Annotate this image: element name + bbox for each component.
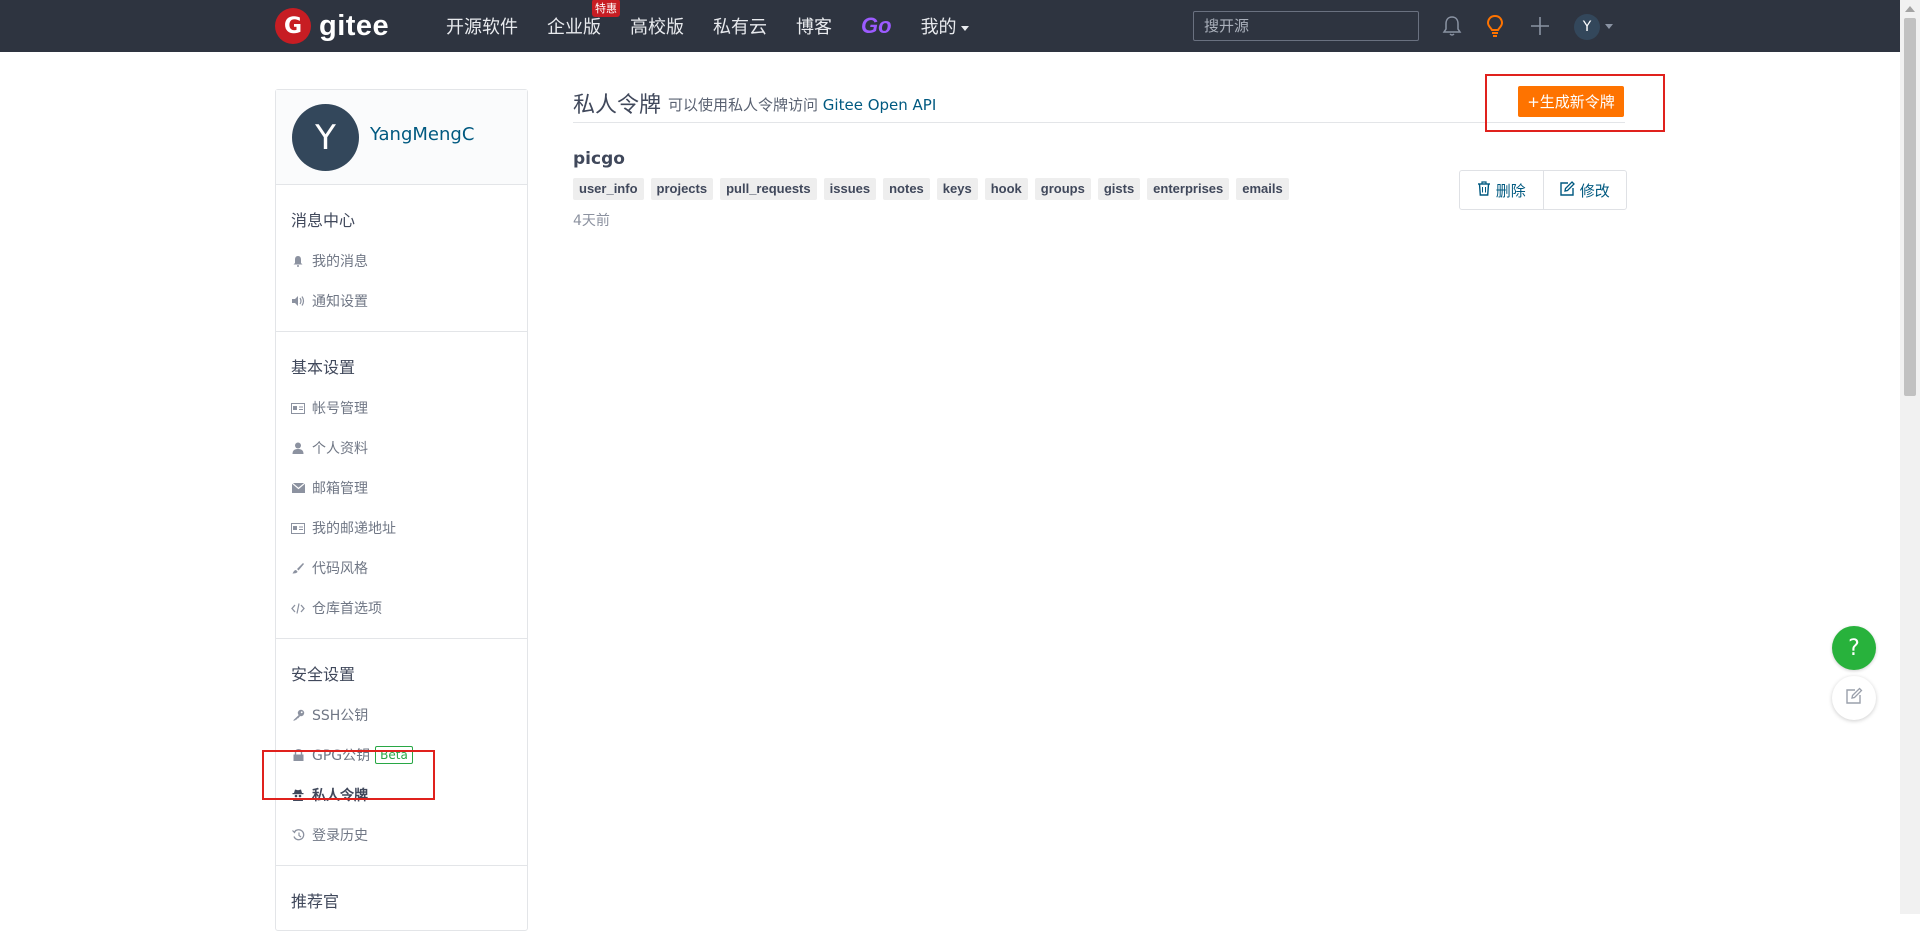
sidebar-item-repo-preferences[interactable]: 仓库首选项 — [276, 588, 527, 628]
scope-tag: gists — [1097, 178, 1141, 200]
section-title: 推荐官 — [291, 892, 340, 911]
trash-icon — [1477, 180, 1491, 200]
scope-tag: enterprises — [1147, 178, 1230, 200]
nav-private-cloud[interactable]: 私有云 — [713, 13, 767, 39]
special-offer-badge: 特惠 — [592, 0, 620, 17]
sidebar-item-notification-settings[interactable]: 通知设置 — [276, 281, 527, 321]
edit-label: 修改 — [1579, 181, 1610, 200]
brush-icon — [291, 561, 305, 575]
nav-mine[interactable]: 我的 — [921, 13, 969, 39]
sidebar-item-my-messages[interactable]: 我的消息 — [276, 241, 527, 281]
sidebar-item-label: 仓库首选项 — [312, 601, 382, 617]
sidebar-item-label: 帐号管理 — [312, 401, 368, 417]
sidebar-item-code-style[interactable]: 代码风格 — [276, 548, 527, 588]
token-actions: 删除 修改 — [1459, 170, 1627, 210]
key-icon — [291, 708, 305, 722]
sidebar-item-label: 邮箱管理 — [312, 481, 368, 497]
sidebar-item-label: 代码风格 — [312, 561, 368, 577]
sidebar-item-label: 登录历史 — [312, 828, 368, 844]
address-card-icon — [291, 521, 305, 535]
open-api-link[interactable]: Gitee Open API — [823, 96, 936, 114]
chevron-down-icon — [960, 25, 969, 31]
avatar-chevron-down-icon[interactable] — [1605, 24, 1613, 29]
nav-open-source[interactable]: 开源软件 — [446, 13, 518, 39]
nav-go[interactable]: Go — [861, 13, 892, 39]
delete-label: 删除 — [1495, 181, 1526, 200]
plus-icon[interactable] — [1528, 14, 1552, 38]
page-subtitle: 可以使用私人令牌访问 Gitee Open API — [668, 94, 936, 115]
page-title: 私人令牌 — [573, 93, 662, 118]
subtitle-text: 可以使用私人令牌访问 — [668, 96, 819, 114]
sidebar-item-label: 我的邮递地址 — [312, 521, 396, 537]
sidebar-item-label: SSH公钥 — [312, 708, 369, 724]
user-icon — [291, 441, 305, 455]
edit-token-button[interactable]: 修改 — [1542, 171, 1627, 209]
scope-tag: user_info — [573, 178, 644, 200]
sidebar-item-label: 通知设置 — [312, 294, 368, 310]
section-title: 基本设置 — [291, 358, 356, 377]
sidebar-section-referral: 推荐官 — [276, 866, 527, 932]
bell-icon — [291, 254, 305, 268]
token-created-time: 4天前 — [573, 213, 610, 229]
sidebar-section-basic: 基本设置 帐号管理 个人资料 邮箱管理 我的邮递地址 代码风格 仓库首选项 — [276, 332, 527, 639]
nav-enterprise[interactable]: 企业版 特惠 — [547, 0, 620, 39]
scope-tag: hook — [984, 178, 1028, 200]
brand-name: gitee — [319, 9, 390, 42]
help-button[interactable]: ? — [1832, 626, 1876, 670]
page-scrollbar[interactable] — [1900, 0, 1920, 914]
gitee-logo-icon: G — [275, 8, 311, 44]
avatar[interactable]: Y — [292, 104, 359, 171]
scope-tag: groups — [1034, 178, 1091, 200]
scope-tag: keys — [936, 178, 978, 200]
scope-tag: projects — [650, 178, 714, 200]
token-name: picgo — [573, 149, 625, 169]
edit-icon — [1560, 180, 1575, 200]
sidebar-item-profile[interactable]: 个人资料 — [276, 428, 527, 468]
code-icon — [291, 601, 305, 615]
sidebar-item-email[interactable]: 邮箱管理 — [276, 468, 527, 508]
feedback-edit-icon — [1845, 687, 1863, 709]
sidebar-item-label: 个人资料 — [312, 441, 368, 457]
scrollbar-thumb[interactable] — [1904, 18, 1916, 396]
sidebar-item-ssh-keys[interactable]: SSH公钥 — [276, 695, 527, 735]
section-title: 安全设置 — [291, 665, 356, 684]
search-input[interactable] — [1193, 11, 1419, 41]
token-scopes: user_info projects pull_requests issues note… — [573, 178, 1289, 200]
sidebar-item-account[interactable]: 帐号管理 — [276, 388, 527, 428]
main-nav: 开源软件 企业版 特惠 高校版 私有云 博客 Go 我的 — [446, 0, 998, 52]
scope-tag: issues — [823, 178, 877, 200]
nav-enterprise-label: 企业版 — [547, 17, 601, 38]
profile-card: Y YangMengC — [276, 90, 527, 185]
top-navbar: G gitee 开源软件 企业版 特惠 高校版 私有云 博客 Go 我的 Y — [0, 0, 1900, 52]
user-avatar-menu[interactable]: Y — [1574, 14, 1600, 40]
section-title: 消息中心 — [291, 211, 356, 230]
delete-token-button[interactable]: 删除 — [1460, 171, 1543, 209]
sidebar-item-login-history[interactable]: 登录历史 — [276, 815, 527, 855]
id-card-icon — [291, 401, 305, 415]
scope-tag: emails — [1236, 178, 1289, 200]
highlight-box-generate — [1485, 74, 1665, 132]
feedback-button[interactable] — [1832, 676, 1876, 720]
envelope-icon — [291, 481, 305, 495]
settings-sidebar: Y YangMengC 消息中心 我的消息 通知设置 基本设置 帐号管理 个人资… — [275, 89, 528, 931]
lightbulb-icon[interactable] — [1483, 14, 1507, 38]
page-header: 私人令牌 可以使用私人令牌访问 Gitee Open API — [573, 84, 1625, 123]
sidebar-item-address[interactable]: 我的邮递地址 — [276, 508, 527, 548]
nav-mine-label: 我的 — [920, 17, 957, 38]
gitee-logo[interactable]: G gitee — [275, 8, 389, 44]
sidebar-item-label: 我的消息 — [312, 254, 368, 270]
sidebar-section-messages: 消息中心 我的消息 通知设置 — [276, 185, 527, 332]
volume-icon — [291, 294, 305, 308]
history-icon — [291, 828, 305, 842]
username-link[interactable]: YangMengC — [370, 124, 474, 145]
scope-tag: pull_requests — [720, 178, 817, 200]
nav-education[interactable]: 高校版 — [630, 13, 684, 39]
highlight-box-sidebar — [262, 750, 435, 800]
scroll-up-arrow-icon[interactable] — [1905, 6, 1915, 12]
scope-tag: notes — [883, 178, 930, 200]
nav-blog[interactable]: 博客 — [796, 13, 832, 39]
notification-bell-icon[interactable] — [1440, 14, 1464, 38]
